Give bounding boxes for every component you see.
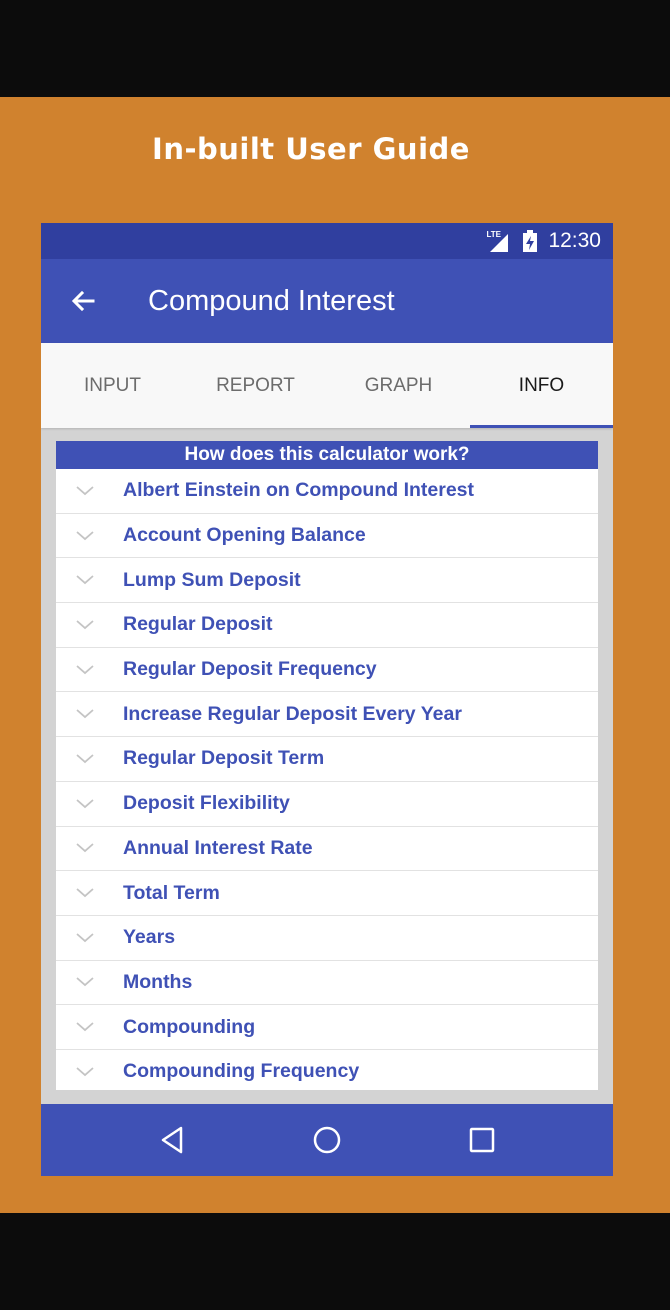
faq-item-label: Years [123,926,176,949]
faq-item-label: Compounding [123,1015,256,1038]
faq-item[interactable]: Months [56,961,598,1006]
faq-item-label: Regular Deposit [123,613,273,636]
faq-item[interactable]: Years [56,916,598,961]
faq-item[interactable]: Deposit Flexibility [56,782,598,827]
chevron-down-icon [56,798,123,810]
status-clock: 12:30 [548,229,601,252]
faq-item[interactable]: Albert Einstein on Compound Interest [56,469,598,514]
status-icons: LTE 12:30 [486,223,601,259]
chevron-down-icon [56,1066,123,1078]
recents-square-icon [469,1127,494,1153]
lte-signal-icon: LTE [486,230,512,252]
promo-title: In-built User Guide [152,132,470,166]
faq-item-label: Regular Deposit Term [123,747,325,770]
chevron-down-icon [56,976,123,988]
faq-item[interactable]: Compounding Frequency [56,1050,598,1090]
nav-back-button[interactable] [142,1110,202,1170]
back-triangle-icon [162,1126,183,1154]
phone-screen: LTE 12:30 Compound Interest INPUT REPORT… [41,223,613,1176]
chevron-down-icon [56,753,123,765]
status-bar: LTE 12:30 [41,223,613,259]
faq-item[interactable]: Annual Interest Rate [56,827,598,872]
faq-item-label: Deposit Flexibility [123,792,290,815]
faq-item-label: Months [123,970,193,993]
screen-bottom-black-bar [0,1213,670,1310]
info-panel: How does this calculator work? Albert Ei… [56,441,598,1090]
app-title: Compound Interest [148,285,395,317]
app-bar: Compound Interest [41,259,613,343]
tab-bar: INPUT REPORT GRAPH INFO [41,343,613,428]
screen-top-black-bar [0,0,670,97]
system-nav-bar [41,1104,613,1176]
chevron-down-icon [56,887,123,899]
faq-item-label: Compounding Frequency [123,1060,360,1083]
faq-item[interactable]: Total Term [56,871,598,916]
faq-item-label: Increase Regular Deposit Every Year [123,702,462,725]
faq-item[interactable]: Lump Sum Deposit [56,558,598,604]
arrow-back-icon[interactable] [67,285,99,317]
faq-item[interactable]: Account Opening Balance [56,514,598,559]
chevron-down-icon [56,619,123,631]
faq-item[interactable]: Compounding [56,1005,598,1050]
chevron-down-icon [56,530,123,542]
faq-item[interactable]: Regular Deposit [56,603,598,648]
chevron-down-icon [56,485,123,497]
faq-item-label: Annual Interest Rate [123,836,313,859]
tab-graph[interactable]: GRAPH [327,343,470,428]
chevron-down-icon [56,574,123,586]
tab-input[interactable]: INPUT [41,343,184,428]
faq-item-label: Lump Sum Deposit [123,568,301,591]
nav-recents-button[interactable] [452,1110,512,1170]
chevron-down-icon [56,932,123,944]
battery-charging-icon [523,230,538,252]
faq-item-label: Regular Deposit Frequency [123,658,377,681]
chevron-down-icon [56,708,123,720]
tab-info[interactable]: INFO [470,343,613,428]
faq-item-label: Total Term [123,881,220,904]
home-circle-icon [313,1126,341,1154]
chevron-down-icon [56,842,123,854]
faq-item[interactable]: Increase Regular Deposit Every Year [56,692,598,738]
faq-item-label: Account Opening Balance [123,524,366,547]
chevron-down-icon [56,1021,123,1033]
chevron-down-icon [56,664,123,676]
faq-item[interactable]: Regular Deposit Term [56,737,598,782]
info-header: How does this calculator work? [56,441,598,469]
tab-report[interactable]: REPORT [184,343,327,428]
faq-list: Albert Einstein on Compound Interest Acco… [56,469,598,1090]
nav-home-button[interactable] [297,1110,357,1170]
faq-item[interactable]: Regular Deposit Frequency [56,648,598,693]
faq-item-label: Albert Einstein on Compound Interest [123,479,475,502]
